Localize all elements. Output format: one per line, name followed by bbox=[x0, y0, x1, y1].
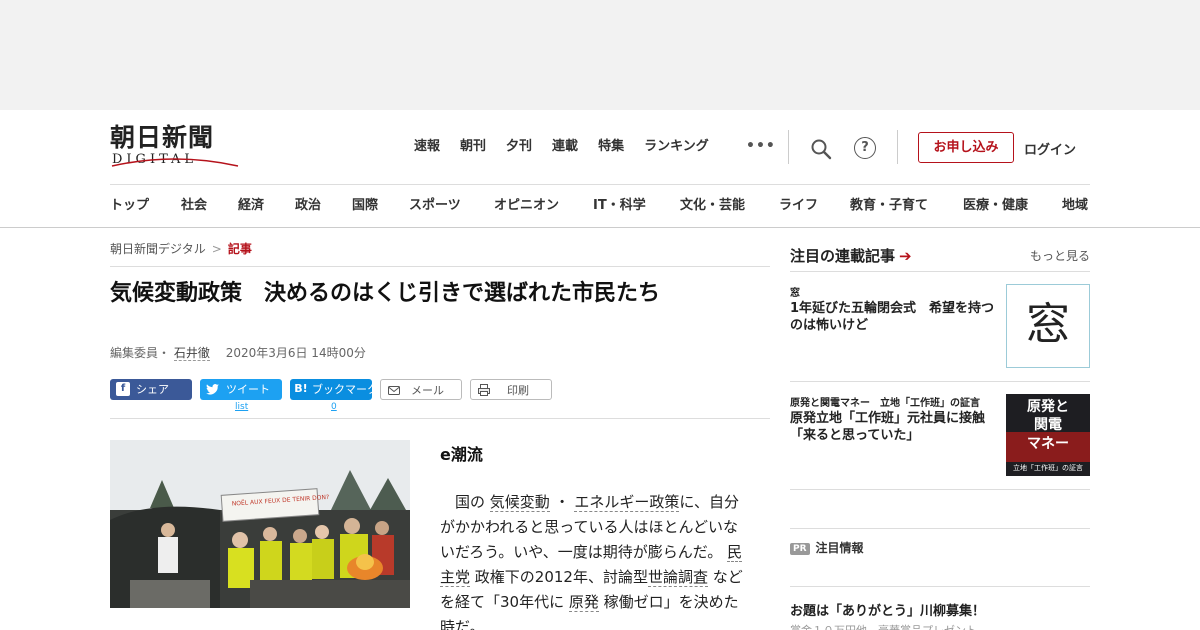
body-text: 国の bbox=[455, 493, 486, 511]
more-menu-icon[interactable]: ••• bbox=[746, 138, 776, 154]
breadcrumb: 朝日新聞デジタル > 記事 bbox=[110, 240, 252, 257]
section-label: e潮流 bbox=[440, 445, 483, 464]
thumb-line: 立地「工作班」の証言 bbox=[1013, 463, 1083, 472]
item-category[interactable]: 原発と関電マネー 立地「工作班」の証言 bbox=[790, 394, 980, 409]
site-header: 朝日新聞 DIGITAL 速報 朝刊 夕刊 連載 特集 ランキング ••• ? … bbox=[0, 110, 1200, 228]
mail-share-button[interactable]: メール bbox=[380, 379, 462, 400]
share-bar: f シェア ツイート B! ブックマーク メール 印刷 bbox=[110, 379, 560, 400]
cat-shakai[interactable]: 社会 bbox=[181, 197, 238, 215]
pr-label: 注目情報 bbox=[815, 541, 864, 555]
item-category[interactable]: 窓 bbox=[790, 284, 800, 299]
byline-author[interactable]: 石井徹 bbox=[173, 346, 210, 361]
facebook-share-button[interactable]: f シェア bbox=[110, 379, 192, 400]
publish-date: 2020年3月6日 14時00分 bbox=[225, 346, 366, 360]
cat-iryo[interactable]: 医療・健康 bbox=[963, 197, 1062, 215]
subscribe-button[interactable]: お申し込み bbox=[918, 132, 1014, 163]
sidebar-heading-text: 注目の連載記事 bbox=[790, 247, 896, 265]
twitter-bird-icon bbox=[206, 384, 219, 395]
category-nav: トップ 社会 経済 政治 国際 スポーツ オピニオン IT・科学 文化・芸能 ラ… bbox=[110, 197, 1090, 215]
hatena-bookmark-icon: B! bbox=[294, 382, 308, 395]
hatena-bookmark-button[interactable]: B! ブックマーク bbox=[290, 379, 378, 400]
article-body: 国の 気候変動 ・ エネルギー政策に、自分がかかわれると思っている人はほとんどい… bbox=[440, 490, 750, 630]
cat-kokusai[interactable]: 国際 bbox=[352, 197, 409, 215]
cat-kyoiku[interactable]: 教育・子育て bbox=[850, 197, 963, 215]
divider bbox=[110, 418, 770, 419]
divider bbox=[790, 528, 1090, 529]
top-nav: 速報 朝刊 夕刊 連載 特集 ランキング bbox=[414, 138, 729, 156]
divider bbox=[790, 489, 1090, 490]
search-icon[interactable] bbox=[810, 138, 832, 160]
byline: 編集委員・ 石井徹 2020年3月6日 14時00分 bbox=[110, 344, 366, 361]
divider bbox=[790, 586, 1090, 587]
nav-ranking[interactable]: ランキング bbox=[644, 138, 709, 156]
twitter-count[interactable]: list bbox=[235, 402, 248, 412]
hatena-bookmark-label: ブックマーク bbox=[312, 383, 378, 396]
nav-tokushu[interactable]: 特集 bbox=[598, 138, 624, 156]
divider bbox=[790, 271, 1090, 272]
hatena-count[interactable]: 0 bbox=[331, 402, 337, 412]
byline-role: 編集委員・ bbox=[110, 346, 171, 360]
nav-sokuho[interactable]: 速報 bbox=[414, 138, 440, 156]
thumb-line: 原発と bbox=[1027, 398, 1069, 415]
sidebar-heading[interactable]: 注目の連載記事 ➔ bbox=[790, 245, 912, 266]
arrow-right-icon: ➔ bbox=[899, 247, 912, 265]
print-label: 印刷 bbox=[507, 384, 529, 397]
item-title[interactable]: 原発立地「工作班」元社員に接触 「来ると思っていた」 bbox=[790, 410, 1000, 444]
site-logo[interactable]: 朝日新聞 DIGITAL bbox=[110, 124, 240, 170]
pr-heading: PR 注目情報 bbox=[790, 539, 864, 556]
body-text: ・ bbox=[554, 493, 570, 511]
nav-rensai[interactable]: 連載 bbox=[552, 138, 578, 156]
help-icon[interactable]: ? bbox=[854, 137, 876, 159]
logo-arc-icon bbox=[111, 158, 239, 167]
thumbnail-glyph: 窓 bbox=[1026, 299, 1070, 350]
nav-choukan[interactable]: 朝刊 bbox=[460, 138, 486, 156]
cat-chiiki[interactable]: 地域 bbox=[1062, 197, 1090, 215]
article-photo[interactable]: NOËL AUX FEUX DE TENIR DON? bbox=[110, 440, 410, 608]
thumb-line: 関電 bbox=[1034, 416, 1062, 433]
divider bbox=[110, 266, 770, 267]
cat-opinion[interactable]: オピニオン bbox=[494, 197, 593, 215]
cat-life[interactable]: ライフ bbox=[779, 197, 850, 215]
breadcrumb-home[interactable]: 朝日新聞デジタル bbox=[110, 242, 206, 256]
promo-subtitle[interactable]: 賞金１０万円他 豪華賞品プレゼント bbox=[790, 622, 977, 630]
cat-bunka[interactable]: 文化・芸能 bbox=[680, 197, 779, 215]
pr-badge: PR bbox=[790, 543, 810, 555]
body-text: 政権下の2012年、討論型 bbox=[474, 568, 648, 586]
thumb-line: マネー bbox=[1027, 436, 1069, 452]
item-thumbnail[interactable]: 原発と 関電 マネー 立地「工作班」の証言 bbox=[1006, 394, 1090, 476]
printer-icon bbox=[478, 384, 490, 396]
genpatsu-thumbnail-image: 原発と 関電 マネー 立地「工作班」の証言 bbox=[1006, 394, 1090, 476]
cat-it-kagaku[interactable]: IT・科学 bbox=[593, 197, 680, 215]
keyword-link[interactable]: 原発 bbox=[568, 593, 599, 612]
item-thumbnail[interactable]: 窓 bbox=[1006, 284, 1090, 368]
facebook-icon: f bbox=[116, 382, 130, 396]
article-title: 気候変動政策 決めるのはくじ引きで選ばれた市民たち bbox=[110, 281, 661, 306]
cat-seiji[interactable]: 政治 bbox=[295, 197, 352, 215]
breadcrumb-current: 記事 bbox=[227, 242, 252, 256]
header-divider bbox=[897, 130, 898, 164]
cat-sports[interactable]: スポーツ bbox=[409, 197, 494, 215]
keyword-link[interactable]: 世論調査 bbox=[647, 568, 708, 587]
header-rule bbox=[110, 184, 1090, 185]
nav-yukan[interactable]: 夕刊 bbox=[506, 138, 532, 156]
keyword-link[interactable]: 気候変動 bbox=[489, 493, 550, 512]
divider bbox=[790, 381, 1090, 382]
login-link[interactable]: ログイン bbox=[1024, 139, 1076, 158]
protest-photo-image: NOËL AUX FEUX DE TENIR DON? bbox=[110, 440, 410, 608]
facebook-share-label: シェア bbox=[136, 383, 169, 396]
cat-keizai[interactable]: 経済 bbox=[238, 197, 295, 215]
cat-top[interactable]: トップ bbox=[110, 197, 181, 215]
twitter-share-label: ツイート bbox=[226, 383, 270, 396]
mail-label: メール bbox=[411, 384, 444, 397]
header-divider bbox=[788, 130, 789, 164]
print-button[interactable]: 印刷 bbox=[470, 379, 552, 400]
ad-banner-area bbox=[0, 0, 1200, 110]
mail-icon bbox=[388, 386, 400, 395]
promo-title[interactable]: お題は「ありがとう」川柳募集！ bbox=[790, 600, 985, 619]
see-more-link[interactable]: もっと見る bbox=[1030, 247, 1090, 264]
breadcrumb-separator: > bbox=[211, 242, 222, 256]
keyword-link[interactable]: エネルギー政策 bbox=[574, 493, 680, 512]
twitter-share-button[interactable]: ツイート bbox=[200, 379, 282, 400]
item-title[interactable]: 1年延びた五輪閉会式 希望を持つのは怖いけど bbox=[790, 300, 1000, 334]
